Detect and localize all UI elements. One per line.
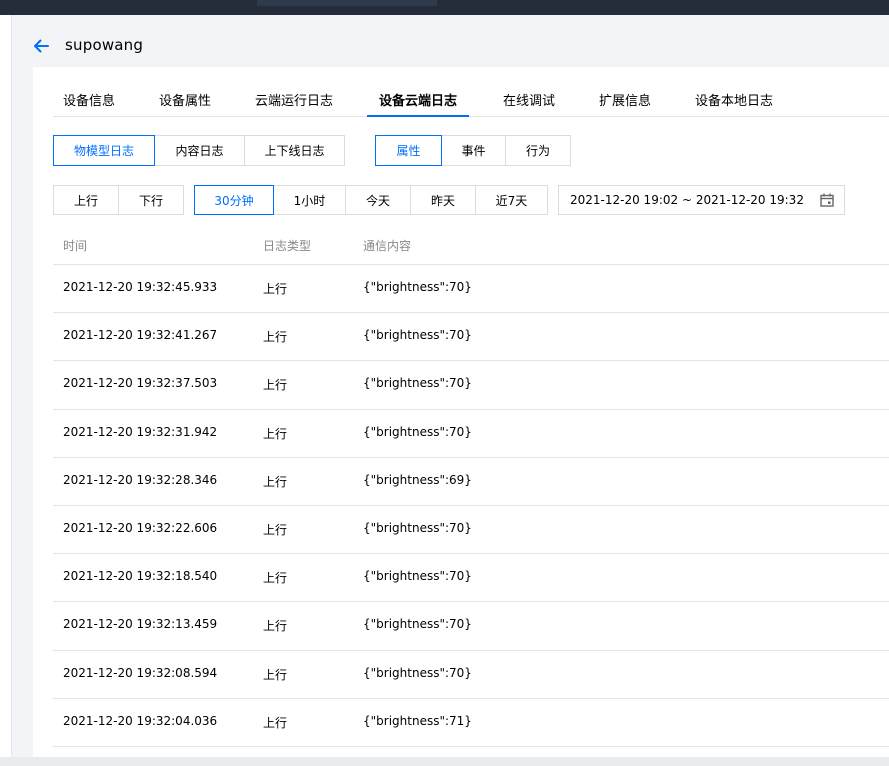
- cell-content: {"brightness":70}: [363, 617, 472, 632]
- bottom-scroll-area: [0, 757, 889, 766]
- time-range-yesterday[interactable]: 昨天: [410, 185, 476, 215]
- tab-device-info[interactable]: 设备信息: [63, 88, 115, 117]
- cell-content: {"brightness":70}: [363, 569, 472, 584]
- column-header-content[interactable]: 通信内容: [363, 237, 411, 254]
- date-range-picker[interactable]: 2021-12-20 19:02 ~ 2021-12-20 19:32: [558, 185, 845, 215]
- time-range-30min[interactable]: 30分钟: [194, 185, 274, 215]
- table-row[interactable]: 2021-12-20 19:32:22.606 上行 {"brightness"…: [53, 506, 889, 555]
- time-range-1hour[interactable]: 1小时: [273, 185, 346, 215]
- cell-time: 2021-12-20 19:32:45.933: [63, 280, 218, 294]
- side-strip: [0, 15, 12, 766]
- log-type-model[interactable]: 物模型日志: [53, 135, 155, 166]
- page-title: supowang: [65, 36, 144, 54]
- cell-log-type: 上行: [263, 667, 288, 682]
- sub-type-event[interactable]: 事件: [441, 135, 506, 166]
- time-range-7days[interactable]: 近7天: [475, 185, 548, 215]
- direction-down[interactable]: 下行: [118, 185, 184, 215]
- direction-up[interactable]: 上行: [53, 185, 119, 215]
- cell-content: {"brightness":70}: [363, 665, 472, 680]
- cell-log-type: 上行: [263, 378, 288, 393]
- cell-time: 2021-12-20 19:32:41.267: [63, 328, 218, 343]
- time-range-today[interactable]: 今天: [345, 185, 411, 215]
- column-header-time[interactable]: 时间: [63, 237, 87, 254]
- tab-cloud-run-log[interactable]: 云端运行日志: [255, 88, 333, 117]
- cell-time: 2021-12-20 19:32:08.594: [63, 665, 218, 680]
- cell-time: 2021-12-20 19:32:13.459: [63, 617, 218, 632]
- cell-log-type: 上行: [263, 571, 288, 586]
- cell-content: {"brightness":69}: [363, 472, 472, 487]
- tab-device-cloud-log[interactable]: 设备云端日志: [367, 88, 470, 117]
- table-row[interactable]: 2021-12-20 19:32:04.036 上行 {"brightness"…: [53, 699, 889, 747]
- log-type-content[interactable]: 内容日志: [154, 135, 245, 166]
- table-row[interactable]: 2021-12-20 19:32:37.503 上行 {"brightness"…: [53, 361, 889, 410]
- direction-selector: 上行 下行: [53, 185, 184, 216]
- cell-time: 2021-12-20 19:32:37.503: [63, 376, 218, 391]
- tab-device-local-log[interactable]: 设备本地日志: [695, 88, 773, 117]
- log-type-online-offline[interactable]: 上下线日志: [244, 135, 345, 166]
- date-range-text: 2021-12-20 19:02 ~ 2021-12-20 19:32: [570, 193, 804, 207]
- table-row[interactable]: 2021-12-20 19:32:08.594 上行 {"brightness"…: [53, 651, 889, 699]
- time-range-selector: 30分钟 1小时 今天 昨天 近7天: [194, 185, 548, 216]
- table-body: 2021-12-20 19:32:45.933 上行 {"brightness"…: [53, 265, 889, 747]
- table-row[interactable]: 2021-12-20 19:32:45.933 上行 {"brightness"…: [53, 265, 889, 314]
- cell-log-type: 上行: [263, 619, 288, 634]
- tab-online-debug[interactable]: 在线调试: [503, 88, 555, 117]
- column-header-log-type[interactable]: 日志类型: [263, 237, 311, 254]
- sub-type-selector: 属性 事件 行为: [375, 135, 571, 166]
- cell-time: 2021-12-20 19:32:22.606: [63, 520, 218, 535]
- tab-extended-info[interactable]: 扩展信息: [599, 88, 651, 117]
- cell-time: 2021-12-20 19:32:28.346: [63, 472, 218, 487]
- cell-time: 2021-12-20 19:32:31.942: [63, 424, 218, 439]
- cell-log-type: 上行: [263, 522, 288, 537]
- cell-log-type: 上行: [263, 330, 288, 345]
- cell-log-type: 上行: [263, 715, 288, 730]
- table-row[interactable]: 2021-12-20 19:32:31.942 上行 {"brightness"…: [53, 410, 889, 458]
- top-nav-bar: [0, 0, 889, 15]
- cell-log-type: 上行: [263, 474, 288, 489]
- table-row[interactable]: 2021-12-20 19:32:28.346 上行 {"brightness"…: [53, 458, 889, 506]
- cell-content: {"brightness":70}: [363, 280, 472, 294]
- arrow-left-icon[interactable]: [32, 37, 50, 55]
- log-type-selector: 物模型日志 内容日志 上下线日志: [53, 135, 345, 166]
- table-row[interactable]: 2021-12-20 19:32:13.459 上行 {"brightness"…: [53, 602, 889, 651]
- calendar-icon: [820, 193, 834, 207]
- cell-content: {"brightness":70}: [363, 376, 472, 391]
- table-header: 时间 日志类型 通信内容: [53, 228, 889, 265]
- sub-type-property[interactable]: 属性: [375, 135, 442, 166]
- tab-bar: 设备信息 设备属性 云端运行日志 设备云端日志 在线调试 扩展信息 设备本地日志: [53, 88, 889, 117]
- cell-content: {"brightness":70}: [363, 424, 472, 439]
- cell-content: {"brightness":70}: [363, 328, 472, 343]
- cell-log-type: 上行: [263, 426, 288, 441]
- table-row[interactable]: 2021-12-20 19:32:41.267 上行 {"brightness"…: [53, 313, 889, 362]
- cell-content: {"brightness":70}: [363, 520, 472, 535]
- table-row[interactable]: 2021-12-20 19:32:18.540 上行 {"brightness"…: [53, 554, 889, 603]
- cell-time: 2021-12-20 19:32:04.036: [63, 713, 218, 728]
- cell-log-type: 上行: [263, 282, 288, 296]
- cell-content: {"brightness":71}: [363, 713, 472, 728]
- sub-type-action[interactable]: 行为: [505, 135, 571, 166]
- top-nav-tab[interactable]: [257, 0, 437, 6]
- title-bar: [12, 15, 889, 67]
- cell-time: 2021-12-20 19:32:18.540: [63, 569, 218, 584]
- tab-device-properties[interactable]: 设备属性: [159, 88, 211, 117]
